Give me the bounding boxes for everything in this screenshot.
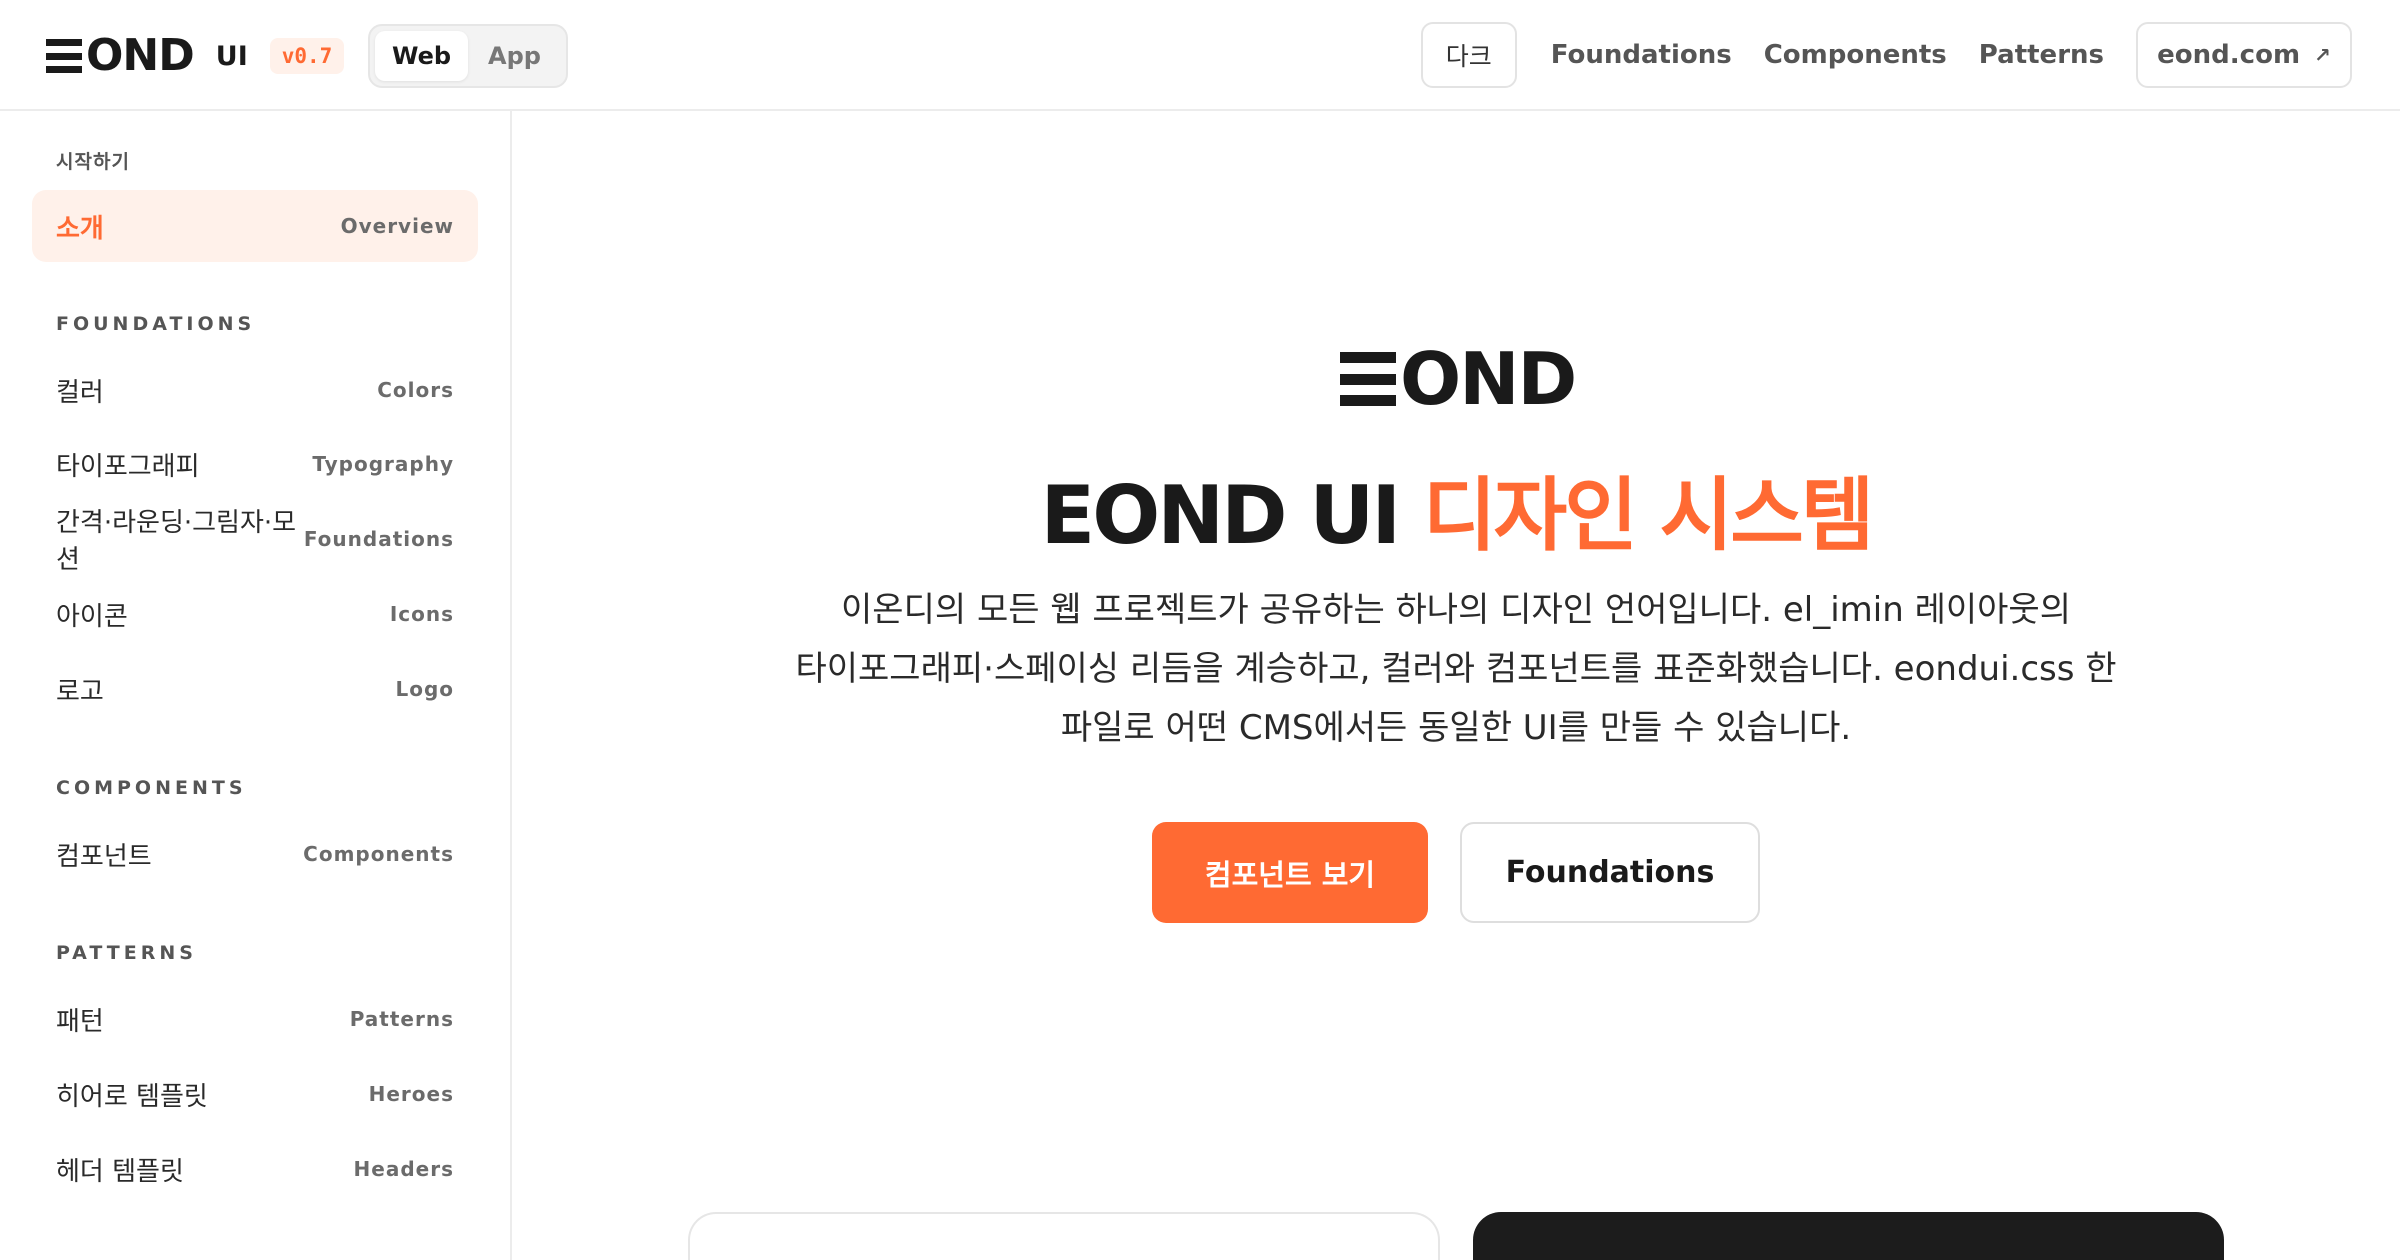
external-arrow-icon: ↗ [2314, 43, 2331, 67]
sidebar-item-label: 컬러 [56, 377, 104, 408]
main-content: OND EOND UI 디자인 시스템 이온디의 모든 웹 프로젝트가 공유하는… [512, 111, 2400, 1260]
foundations-button[interactable]: Foundations [1460, 822, 1760, 923]
sidebar-item-sublabel: Icons [389, 602, 454, 626]
sidebar-item-label: 헤더 템플릿 [56, 1156, 184, 1187]
dark-mode-toggle[interactable]: 다크 [1420, 22, 1517, 88]
sidebar: 시작하기 소개 Overview FOUNDATIONS 컬러 Colors 타… [0, 111, 512, 1260]
hero-description: 이온디의 모든 웹 프로젝트가 공유하는 하나의 디자인 언어입니다. el_i… [795, 590, 2117, 748]
sidebar-section-title: FOUNDATIONS [56, 313, 256, 335]
external-site-link[interactable]: eond.com ↗ [2136, 22, 2352, 88]
hero-title-accent: 디자인 시스템 [1423, 469, 1874, 562]
hero-logo-wordmark: OND [1400, 337, 1577, 421]
hero-title: EOND UI 디자인 시스템 [512, 451, 2400, 567]
sidebar-item-label: 간격·라운딩·그림자·모션 [56, 508, 297, 575]
sidebar-item-icons[interactable]: 아이콘 Icons [32, 578, 478, 650]
sidebar-section-title: 시작하기 [56, 151, 130, 173]
brand-suffix: UI [215, 40, 248, 72]
sidebar-item-sublabel: Overview [340, 214, 454, 238]
tab-web[interactable]: Web [375, 31, 468, 81]
brand[interactable]: OND UI v0.7 [46, 30, 345, 81]
sidebar-item-sublabel: Heroes [368, 1082, 454, 1106]
tab-app[interactable]: App [468, 31, 561, 81]
sidebar-item-heroes[interactable]: 히어로 템플릿 Heroes [32, 1058, 478, 1130]
sidebar-item-sublabel: Colors [377, 378, 454, 402]
nav-link-patterns[interactable]: Patterns [1979, 40, 2104, 70]
sidebar-item-label: 히어로 템플릿 [56, 1081, 208, 1112]
nav-link-foundations[interactable]: Foundations [1551, 40, 1732, 70]
top-navigation-bar: OND UI v0.7 Web App 다크 Foundations Compo… [0, 0, 2400, 111]
platform-switcher: Web App [368, 24, 568, 88]
sidebar-section-title: PATTERNS [56, 942, 197, 964]
sidebar-section-title: COMPONENTS [56, 777, 247, 799]
sidebar-item-label: 로고 [56, 676, 104, 707]
sidebar-item-label: 패턴 [56, 1006, 104, 1037]
sidebar-item-sublabel: Foundations [303, 527, 454, 551]
sidebar-item-label: 아이콘 [56, 601, 128, 632]
sidebar-item-overview[interactable]: 소개 Overview [32, 190, 478, 262]
nav-link-components[interactable]: Components [1764, 40, 1947, 70]
preview-card-light[interactable] [688, 1212, 1440, 1260]
sidebar-item-foundations[interactable]: 간격·라운딩·그림자·모션 Foundations [32, 503, 478, 575]
sidebar-item-logo[interactable]: 로고 Logo [32, 653, 478, 725]
hero-logo: OND [1340, 337, 1577, 421]
sidebar-item-sublabel: Headers [353, 1157, 454, 1181]
logo-wordmark: OND [86, 30, 195, 81]
version-badge: v0.7 [269, 38, 345, 74]
view-components-button[interactable]: 컴포넌트 보기 [1152, 822, 1428, 923]
sidebar-item-label: 컴포넌트 [56, 841, 152, 872]
sidebar-item-colors[interactable]: 컬러 Colors [32, 354, 478, 426]
preview-card-dark[interactable] [1473, 1212, 2224, 1260]
header-nav: 다크 Foundations Components Patterns eond.… [1420, 22, 2352, 88]
sidebar-item-sublabel: Logo [395, 677, 454, 701]
sidebar-item-typography[interactable]: 타이포그래피 Typography [32, 428, 478, 500]
sidebar-item-label: 타이포그래피 [56, 451, 200, 482]
sidebar-item-label: 소개 [56, 213, 104, 244]
sidebar-item-sublabel: Typography [312, 452, 454, 476]
sidebar-item-headers[interactable]: 헤더 템플릿 Headers [32, 1133, 478, 1205]
logo-bars-icon [46, 39, 82, 73]
sidebar-item-sublabel: Components [303, 842, 454, 866]
sidebar-item-patterns[interactable]: 패턴 Patterns [32, 983, 478, 1055]
external-site-label: eond.com [2157, 40, 2301, 70]
logo-bars-icon [1340, 352, 1396, 406]
sidebar-item-sublabel: Patterns [349, 1007, 454, 1031]
eond-logo: OND [46, 30, 195, 81]
hero-title-main: EOND UI [1040, 469, 1402, 562]
sidebar-item-components[interactable]: 컴포넌트 Components [32, 818, 478, 890]
